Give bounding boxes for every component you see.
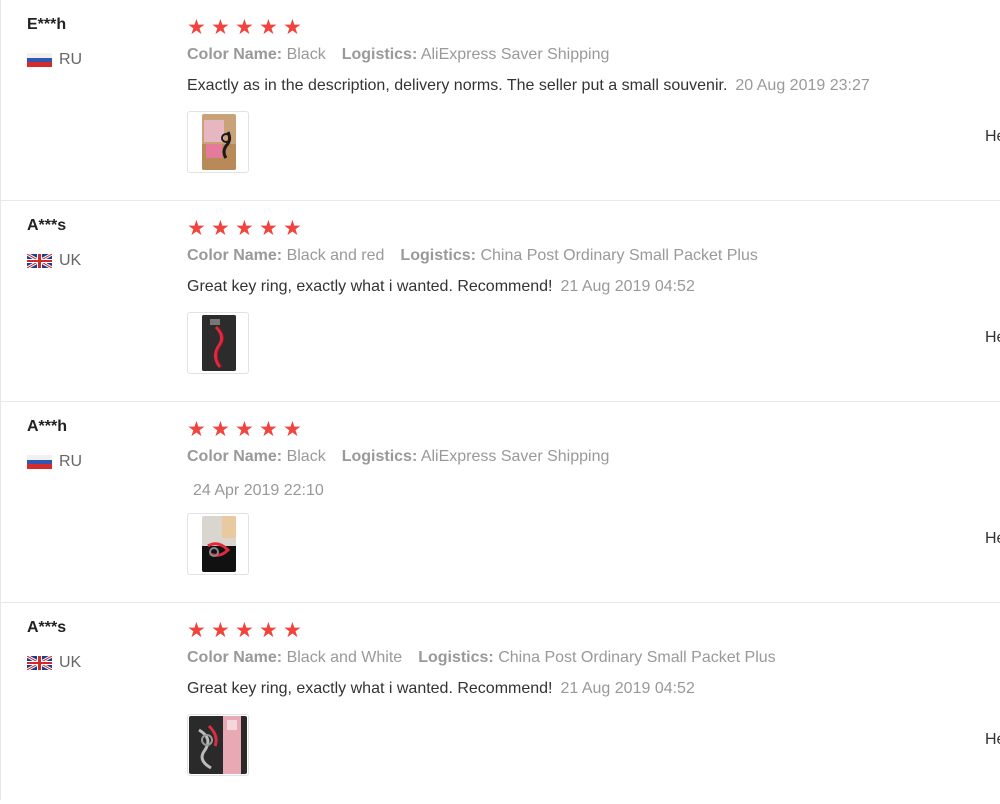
review-photo-thumbnail[interactable]: [187, 312, 249, 374]
star-rating: ★ ★ ★ ★ ★: [187, 619, 307, 642]
order-info: Color Name: Black and White Logistics: Ch…: [187, 649, 776, 667]
star-icon: ★: [283, 619, 302, 642]
logistics-label: Logistics:: [418, 649, 494, 666]
uk-flag-icon: [27, 656, 52, 670]
color-value: Black: [286, 46, 326, 63]
star-icon: ★: [235, 418, 254, 441]
star-icon: ★: [283, 16, 302, 39]
helpful-link[interactable]: He: [985, 128, 1000, 146]
review-date: 21 Aug 2019 04:52: [560, 680, 695, 697]
logistics-label: Logistics:: [400, 247, 476, 264]
star-icon: ★: [259, 217, 278, 240]
helpful-link[interactable]: He: [985, 329, 1000, 347]
review-date: 20 Aug 2019 23:27: [735, 77, 870, 94]
comment-text: Exactly as in the description, delivery …: [187, 77, 728, 94]
logistics-value: AliExpress Saver Shipping: [420, 46, 610, 63]
helpful-link[interactable]: He: [985, 731, 1000, 749]
star-rating: ★ ★ ★ ★ ★: [187, 16, 307, 39]
review-photo: [202, 114, 236, 170]
uk-flag-icon: [27, 254, 52, 268]
color-value: Black: [286, 448, 326, 465]
star-icon: ★: [283, 418, 302, 441]
comment-text: Great key ring, exactly what i wanted. R…: [187, 278, 553, 295]
star-icon: ★: [235, 16, 254, 39]
star-icon: ★: [187, 217, 206, 240]
order-info: Color Name: Black Logistics: AliExpress S…: [187, 448, 609, 466]
star-icon: ★: [211, 16, 230, 39]
logistics-label: Logistics:: [341, 46, 418, 63]
star-icon: ★: [211, 418, 230, 441]
color-label: Color Name:: [187, 46, 283, 63]
review-photo-thumbnail[interactable]: [187, 513, 249, 575]
star-icon: ★: [259, 418, 278, 441]
review-date: 24 Apr 2019 22:10: [193, 482, 324, 499]
logistics-value: China Post Ordinary Small Packet Plus: [480, 247, 758, 264]
reviewer-name: A***h: [27, 418, 68, 435]
reviewer-country: RU: [27, 452, 82, 472]
country-code: UK: [59, 252, 82, 269]
helpful-link[interactable]: He: [985, 530, 1000, 548]
color-label: Color Name:: [187, 247, 283, 264]
russia-flag-icon: [27, 455, 52, 469]
color-value: Black and red: [286, 247, 385, 264]
logistics-value: AliExpress Saver Shipping: [420, 448, 610, 465]
russia-flag-icon: [27, 53, 52, 67]
review-date: 21 Aug 2019 04:52: [560, 278, 695, 295]
reviewer-country: RU: [27, 50, 82, 70]
comment-text: Great key ring, exactly what i wanted. R…: [187, 680, 553, 697]
review-photo: [189, 716, 247, 774]
review-comment: Great key ring, exactly what i wanted. R…: [187, 680, 695, 698]
star-icon: ★: [259, 619, 278, 642]
review-item: E***h RU ★ ★ ★ ★ ★ Color Name: Black Logistic…: [0, 0, 1000, 201]
star-icon: ★: [283, 217, 302, 240]
order-info: Color Name: Black Logistics: AliExpress S…: [187, 46, 609, 64]
review-comment: Great key ring, exactly what i wanted. R…: [187, 278, 695, 296]
review-item: A***h RU ★ ★ ★ ★ ★ Color Name: Black Logistic…: [0, 402, 1000, 603]
reviewer-name: E***h: [27, 16, 67, 33]
color-label: Color Name:: [187, 448, 283, 465]
star-icon: ★: [187, 619, 206, 642]
color-label: Color Name:: [187, 649, 283, 666]
review-item: A***s UK ★ ★ ★ ★ ★ Color Name: Black and red…: [0, 201, 1000, 402]
review-comment: Exactly as in the description, delivery …: [187, 77, 870, 95]
country-code: RU: [59, 453, 83, 470]
review-photo-thumbnail[interactable]: [187, 714, 249, 776]
reviewer-country: UK: [27, 653, 81, 673]
review-photo: [202, 315, 236, 371]
star-rating: ★ ★ ★ ★ ★: [187, 418, 307, 441]
review-photo: [202, 516, 236, 572]
star-icon: ★: [211, 217, 230, 240]
review-photo-thumbnail[interactable]: [187, 111, 249, 173]
star-icon: ★: [259, 16, 278, 39]
star-icon: ★: [211, 619, 230, 642]
review-item: A***s UK ★ ★ ★ ★ ★ Color Name: Black and Whi…: [0, 603, 1000, 804]
star-icon: ★: [187, 16, 206, 39]
star-icon: ★: [235, 619, 254, 642]
reviewer-name: A***s: [27, 217, 67, 234]
color-value: Black and White: [286, 649, 403, 666]
reviewer-country: UK: [27, 251, 81, 271]
reviewer-name: A***s: [27, 619, 67, 636]
star-rating: ★ ★ ★ ★ ★: [187, 217, 307, 240]
star-icon: ★: [187, 418, 206, 441]
star-icon: ★: [235, 217, 254, 240]
order-info: Color Name: Black and red Logistics: Chin…: [187, 247, 758, 265]
country-code: RU: [59, 51, 83, 68]
country-code: UK: [59, 654, 82, 671]
logistics-value: China Post Ordinary Small Packet Plus: [498, 649, 776, 666]
logistics-label: Logistics:: [341, 448, 418, 465]
